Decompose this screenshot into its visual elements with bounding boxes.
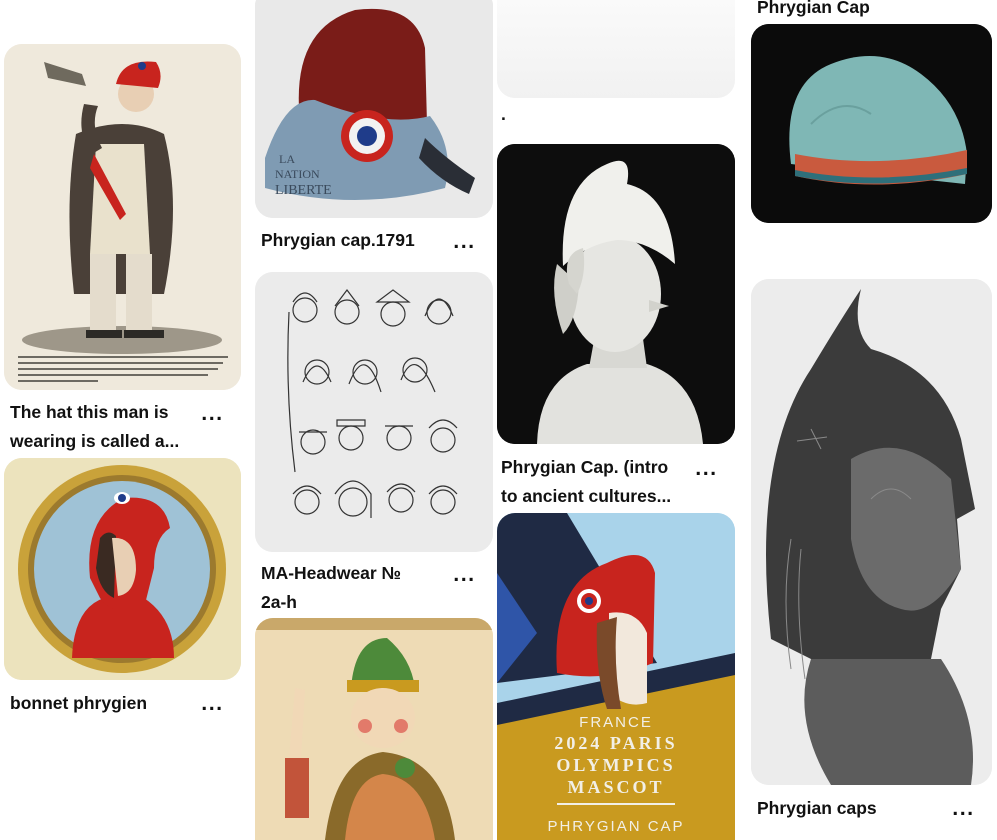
poster-line-france: FRANCE — [579, 714, 653, 731]
medieval-manuscript — [255, 618, 493, 840]
pin-image-man-drinking[interactable] — [4, 44, 241, 390]
teal-cap-photo — [751, 24, 992, 223]
more-options-button[interactable]: ... — [952, 800, 974, 820]
pin-title-line2: 2a-h — [261, 592, 297, 612]
pin-title-phrygian-cap-teal[interactable]: Phrygian Cap — [757, 0, 870, 22]
pin-title-phrygian-caps[interactable]: Phrygian caps — [757, 794, 877, 823]
more-options-button[interactable]: ... — [453, 233, 475, 253]
pin-title-line1: The hat this man is — [10, 402, 169, 422]
pin-image-olympics-mascot[interactable]: FRANCE 2024 PARIS OLYMPICS MASCOT PHRYGI… — [497, 513, 735, 840]
cap-inscription-2: NATION — [275, 167, 320, 181]
olympics-poster: FRANCE 2024 PARIS OLYMPICS MASCOT PHRYGI… — [497, 513, 735, 840]
pin-title-line2: to ancient cultures... — [501, 486, 672, 506]
bronze-head-photo — [751, 279, 992, 785]
headwear-sketches — [255, 272, 493, 552]
pin-image-blank[interactable] — [497, 0, 735, 98]
marble-bust — [497, 144, 735, 444]
pin-image-phrygian-bust[interactable] — [497, 144, 735, 444]
pin-title-cap-1791[interactable]: Phrygian cap.1791 — [261, 226, 415, 255]
pin-title-phrygian-bust[interactable]: Phrygian Cap. (intro to ancient cultures… — [501, 453, 701, 511]
blank-image — [497, 0, 735, 98]
pin-image-teal-cap[interactable] — [751, 24, 992, 223]
pin-title-man-drinking[interactable]: The hat this man is wearing is called a.… — [10, 398, 200, 456]
bonnet-phrygien-illustration — [4, 458, 241, 680]
pin-title-line2: wearing is called a... — [10, 431, 180, 451]
poster-line-olympics: OLYMPICS — [556, 755, 675, 775]
cap-inscription-3: LIBERTE — [275, 183, 332, 198]
poster-line-phrygian-cap: PHRYGIAN CAP — [547, 818, 684, 835]
pin-image-bronze-head[interactable] — [751, 279, 992, 785]
engraving-illustration — [4, 44, 241, 390]
pin-image-cap-1791[interactable]: LA NATION LIBERTE — [255, 0, 493, 218]
pin-title-ma-headwear[interactable]: MA-Headwear № 2a-h — [261, 559, 441, 617]
pin-title-line1: MA-Headwear № — [261, 563, 402, 583]
more-options-button[interactable]: ... — [201, 695, 223, 715]
pin-title-blank[interactable]: . — [501, 100, 506, 129]
pin-image-medieval-figure[interactable] — [255, 618, 493, 840]
cap-1791-photo: LA NATION LIBERTE — [255, 0, 493, 218]
more-options-button[interactable]: ... — [695, 460, 717, 480]
pin-image-bonnet-phrygien[interactable] — [4, 458, 241, 680]
pin-title-bonnet-phrygien[interactable]: bonnet phrygien — [10, 689, 147, 718]
cap-inscription-1: LA — [279, 152, 295, 166]
pin-image-ma-headwear[interactable] — [255, 272, 493, 552]
pin-title-line1: Phrygian Cap. (intro — [501, 457, 669, 477]
more-options-button[interactable]: ... — [201, 405, 223, 425]
poster-line-mascot: MASCOT — [567, 777, 664, 797]
more-options-button[interactable]: ... — [453, 566, 475, 586]
poster-line-paris: 2024 PARIS — [554, 733, 677, 753]
